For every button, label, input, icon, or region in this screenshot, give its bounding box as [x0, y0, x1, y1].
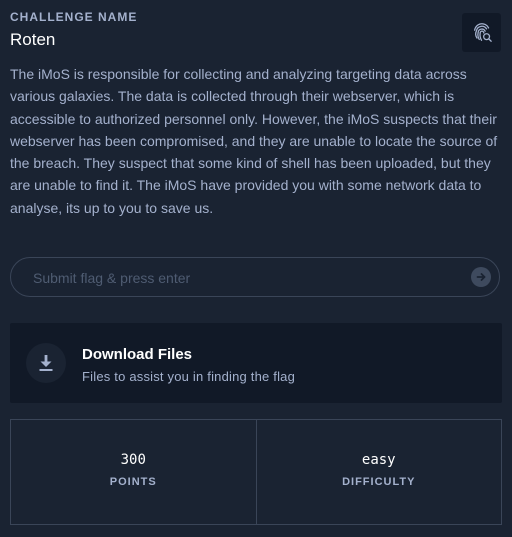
download-icon: [39, 355, 53, 371]
fingerprint-search-button[interactable]: [462, 13, 501, 52]
download-files-button[interactable]: Download Files Files to assist you in fi…: [10, 323, 502, 403]
flag-input-container: [10, 257, 500, 298]
submit-flag-button[interactable]: [471, 267, 491, 287]
download-subtitle: Files to assist you in finding the flag: [82, 369, 296, 384]
fingerprint-search-icon: [473, 22, 492, 42]
download-icon-circle: [26, 343, 66, 383]
arrow-right-icon: [476, 273, 486, 281]
points-value: 300: [120, 452, 146, 468]
points-stat: 300 POINTS: [11, 420, 256, 524]
challenge-title: Roten: [10, 30, 56, 49]
difficulty-label: DIFFICULTY: [342, 476, 416, 488]
difficulty-value: easy: [361, 452, 396, 468]
download-title: Download Files: [82, 346, 193, 363]
challenge-stats: 300 POINTS easy DIFFICULTY: [10, 419, 502, 525]
challenge-description: The iMoS is responsible for collecting a…: [10, 66, 498, 216]
points-label: POINTS: [109, 476, 157, 488]
flag-input[interactable]: [31, 258, 455, 298]
challenge-name-label: CHALLENGE NAME: [10, 10, 138, 24]
difficulty-stat: easy DIFFICULTY: [255, 420, 502, 524]
